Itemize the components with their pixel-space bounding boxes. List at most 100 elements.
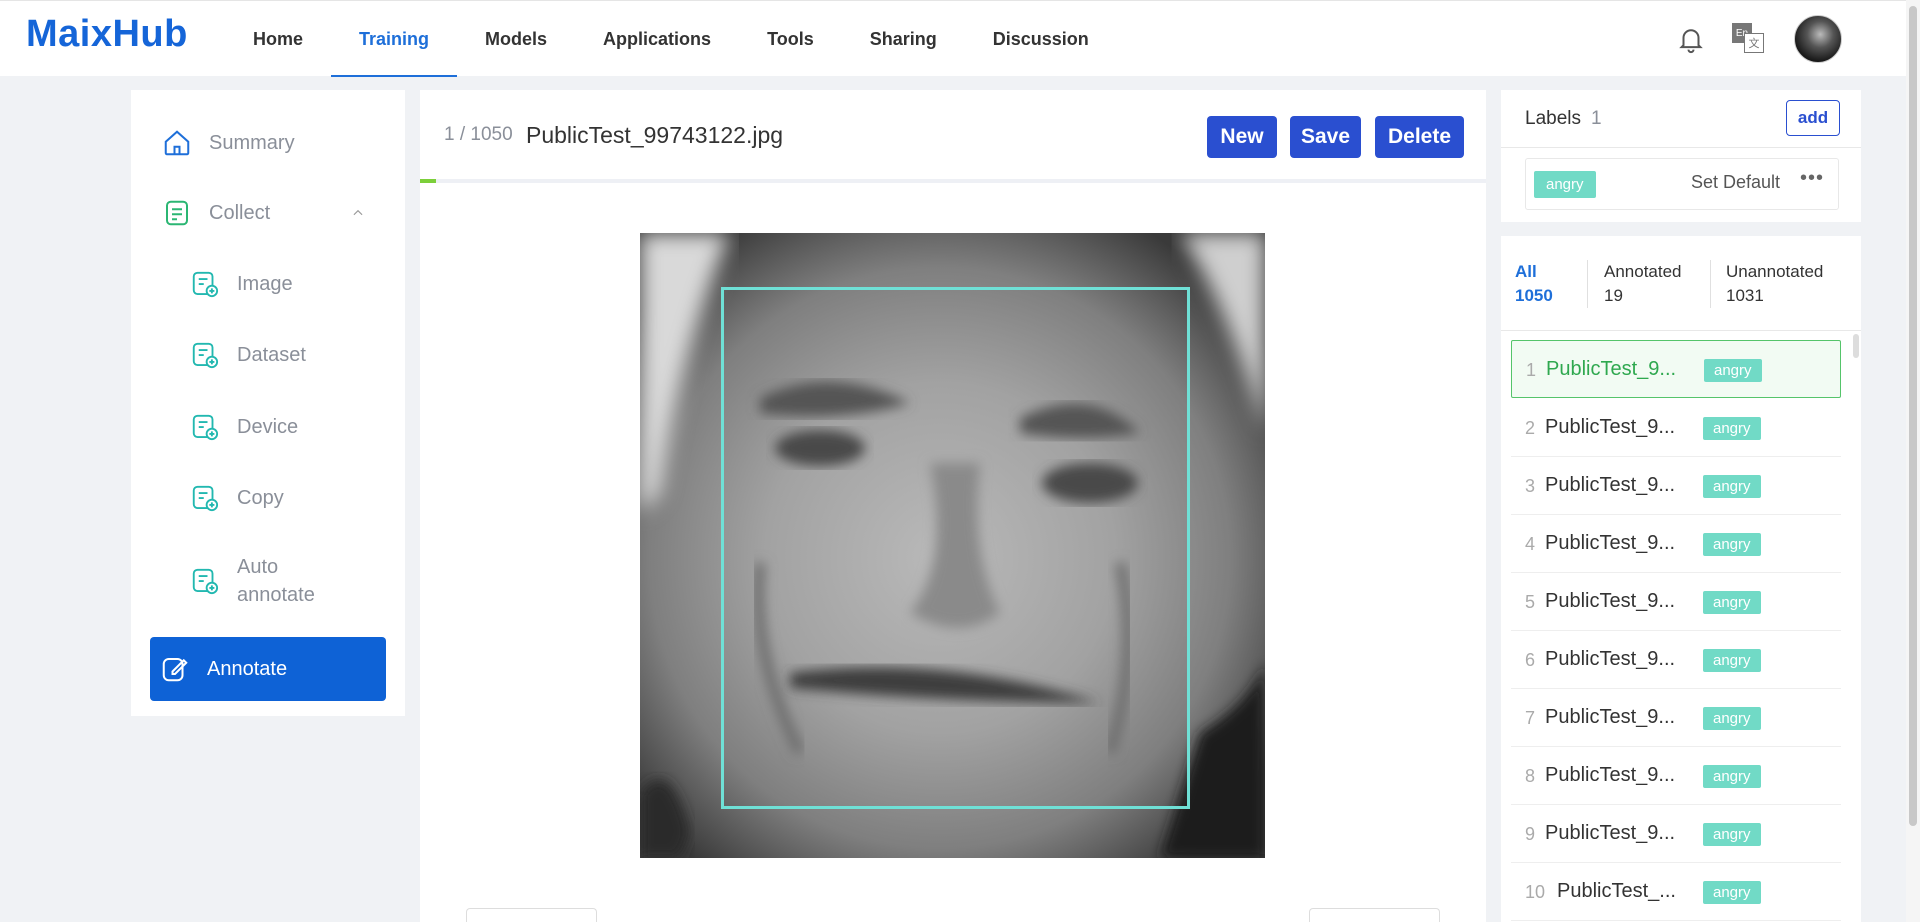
item-filename: PublicTest_9... bbox=[1545, 764, 1676, 786]
nav-tools[interactable]: Tools bbox=[739, 1, 842, 77]
labels-count: 1 bbox=[1591, 108, 1602, 129]
item-label-tag: angry bbox=[1703, 823, 1761, 846]
item-number: 6 bbox=[1525, 650, 1536, 670]
item-filename: PublicTest_9... bbox=[1546, 358, 1677, 380]
filter-all[interactable]: All 1050 bbox=[1515, 260, 1553, 308]
list-item[interactable]: 2 PublicTest_9... angry bbox=[1511, 399, 1841, 457]
item-label-tag: angry bbox=[1703, 475, 1761, 498]
item-filename: PublicTest_9... bbox=[1545, 590, 1676, 612]
filter-label: All bbox=[1515, 262, 1537, 281]
image-list-panel: All 1050 Annotated 19 Unannotated 1031 1… bbox=[1501, 236, 1861, 922]
nav-training[interactable]: Training bbox=[331, 1, 458, 77]
sidebar-item-auto-annotate[interactable]: Auto annotate bbox=[131, 550, 405, 612]
item-filename: PublicTest_9... bbox=[1545, 648, 1676, 670]
list-item[interactable]: 9 PublicTest_9... angry bbox=[1511, 805, 1841, 863]
item-label-tag: angry bbox=[1703, 881, 1761, 904]
filter-label: Annotated bbox=[1604, 262, 1682, 281]
document-icon bbox=[161, 197, 193, 229]
chevron-up-icon[interactable] bbox=[351, 206, 365, 220]
sidebar-item-label: Annotate bbox=[207, 657, 288, 680]
divider bbox=[1501, 147, 1861, 148]
edit-icon bbox=[159, 653, 191, 685]
sidebar-item-summary[interactable]: Summary bbox=[131, 118, 405, 168]
item-filename: PublicTest_9... bbox=[1545, 416, 1676, 438]
document-add-icon bbox=[189, 339, 221, 371]
item-number: 9 bbox=[1525, 824, 1536, 844]
filter-unannotated[interactable]: Unannotated 1031 bbox=[1726, 260, 1823, 308]
item-number: 2 bbox=[1525, 418, 1536, 438]
translate-zh-glyph: 文 bbox=[1744, 33, 1764, 53]
sidebar-item-label: Auto annotate bbox=[237, 556, 315, 606]
delete-button[interactable]: Delete bbox=[1375, 116, 1464, 158]
nav-applications[interactable]: Applications bbox=[575, 1, 739, 77]
prev-image-button[interactable] bbox=[466, 908, 597, 922]
translate-icon[interactable]: En 文 bbox=[1732, 23, 1768, 55]
document-add-icon bbox=[189, 411, 221, 443]
set-default-button[interactable]: Set Default bbox=[1691, 172, 1780, 193]
item-number: 7 bbox=[1525, 708, 1536, 728]
save-button[interactable]: Save bbox=[1290, 116, 1361, 158]
item-filename: PublicTest_9... bbox=[1545, 474, 1676, 496]
bell-icon[interactable] bbox=[1676, 24, 1706, 54]
sidebar-item-image[interactable]: Image bbox=[131, 259, 405, 309]
sidebar-item-collect[interactable]: Collect bbox=[131, 188, 405, 238]
file-counter: 1 / 1050 bbox=[444, 124, 513, 145]
sidebar-item-dataset[interactable]: Dataset bbox=[131, 330, 405, 380]
list-scrollbar[interactable] bbox=[1853, 334, 1859, 358]
sidebar-item-label: Image bbox=[237, 272, 293, 295]
top-navbar: MaixHub Home Training Models Application… bbox=[0, 0, 1920, 77]
item-label-tag: angry bbox=[1703, 765, 1761, 788]
filter-count: 19 bbox=[1604, 286, 1623, 305]
list-item[interactable]: 1 PublicTest_9... angry bbox=[1511, 340, 1841, 398]
item-filename: PublicTest_9... bbox=[1545, 822, 1676, 844]
label-tag[interactable]: angry bbox=[1534, 171, 1596, 198]
file-name: PublicTest_99743122.jpg bbox=[526, 122, 784, 148]
more-options-icon[interactable]: ••• bbox=[1800, 167, 1824, 190]
sidebar-item-label: Dataset bbox=[237, 343, 306, 366]
filter-annotated[interactable]: Annotated 19 bbox=[1604, 260, 1682, 308]
item-label-tag: angry bbox=[1703, 417, 1761, 440]
sidebar-item-label: Summary bbox=[209, 131, 295, 154]
new-button[interactable]: New bbox=[1207, 116, 1277, 158]
item-number: 8 bbox=[1525, 766, 1536, 786]
nav-models[interactable]: Models bbox=[457, 1, 575, 77]
home-icon bbox=[161, 127, 193, 159]
list-item[interactable]: 6 PublicTest_9... angry bbox=[1511, 631, 1841, 689]
maixhub-logo[interactable]: MaixHub bbox=[26, 13, 188, 56]
list-item[interactable]: 8 PublicTest_9... angry bbox=[1511, 747, 1841, 805]
divider bbox=[1710, 260, 1711, 308]
sidebar-item-annotate[interactable]: Annotate bbox=[150, 637, 386, 701]
item-label-tag: angry bbox=[1703, 707, 1761, 730]
page-scrollbar[interactable] bbox=[1906, 0, 1920, 922]
nav-discussion[interactable]: Discussion bbox=[965, 1, 1117, 77]
sidebar-item-device[interactable]: Device bbox=[131, 402, 405, 452]
item-number: 4 bbox=[1525, 534, 1536, 554]
labels-panel: Labels 1 add angry Set Default ••• bbox=[1501, 90, 1861, 222]
item-label-tag: angry bbox=[1704, 359, 1762, 382]
nav-sharing[interactable]: Sharing bbox=[842, 1, 965, 77]
next-image-button[interactable] bbox=[1309, 908, 1440, 922]
filter-label: Unannotated bbox=[1726, 262, 1824, 281]
item-label-tag: angry bbox=[1703, 649, 1761, 672]
list-item[interactable]: 5 PublicTest_9... angry bbox=[1511, 573, 1841, 631]
item-number: 1 bbox=[1526, 360, 1537, 380]
user-avatar[interactable] bbox=[1794, 15, 1842, 63]
sidebar-item-label: Copy bbox=[237, 486, 284, 509]
item-number: 10 bbox=[1525, 882, 1546, 902]
page-scrollbar-thumb[interactable] bbox=[1909, 6, 1917, 826]
annotation-canvas[interactable] bbox=[640, 233, 1265, 858]
list-item[interactable]: 7 PublicTest_9... angry bbox=[1511, 689, 1841, 747]
add-label-button[interactable]: add bbox=[1786, 100, 1840, 136]
progress-fill bbox=[420, 179, 436, 183]
divider bbox=[1587, 260, 1588, 308]
top-right-actions: En 文 bbox=[1676, 15, 1842, 63]
nav-home[interactable]: Home bbox=[225, 1, 331, 77]
list-item[interactable]: 4 PublicTest_9... angry bbox=[1511, 515, 1841, 573]
list-item[interactable]: 10 PublicTest_... angry bbox=[1511, 863, 1841, 921]
label-row: angry Set Default ••• bbox=[1525, 158, 1839, 210]
item-filename: PublicTest_9... bbox=[1545, 706, 1676, 728]
item-filename: PublicTest_9... bbox=[1545, 532, 1676, 554]
list-item[interactable]: 3 PublicTest_9... angry bbox=[1511, 457, 1841, 515]
sidebar-item-copy[interactable]: Copy bbox=[131, 473, 405, 523]
bounding-box[interactable] bbox=[721, 287, 1190, 809]
